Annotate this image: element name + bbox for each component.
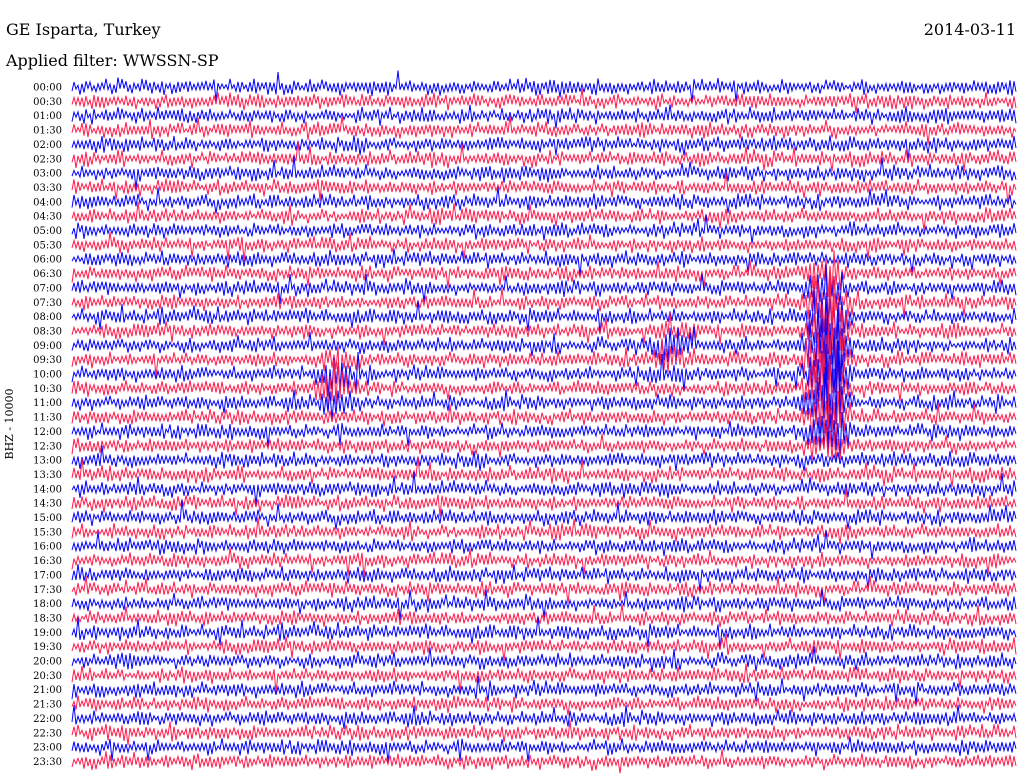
seismic-trace-row xyxy=(71,517,1017,545)
row-time-label: 02:00 xyxy=(33,140,62,151)
row-time-label: 16:00 xyxy=(33,542,62,553)
row-time-label: 10:00 xyxy=(33,370,62,381)
row-time-label: 08:00 xyxy=(33,312,62,323)
row-time-label: 11:00 xyxy=(33,398,62,409)
row-time-label: 07:00 xyxy=(33,283,62,294)
row-time-label: 00:00 xyxy=(33,83,62,94)
row-time-label: 19:00 xyxy=(33,628,62,639)
row-time-label: 08:30 xyxy=(33,326,62,337)
row-time-label: 17:30 xyxy=(33,585,62,596)
row-time-label: 03:30 xyxy=(33,183,62,194)
row-time-label: 22:30 xyxy=(33,728,62,739)
seismic-trace-row xyxy=(71,704,1017,729)
row-time-label: 09:30 xyxy=(33,355,62,366)
row-time-label: 20:30 xyxy=(33,671,62,682)
seismic-trace-row xyxy=(71,749,1017,774)
row-time-label: 06:00 xyxy=(33,255,62,266)
row-time-label: 15:00 xyxy=(33,513,62,524)
row-time-label: 10:30 xyxy=(33,384,62,395)
row-time-label: 05:30 xyxy=(33,240,62,251)
row-time-label: 03:00 xyxy=(33,169,62,180)
row-time-label: 12:00 xyxy=(33,427,62,438)
seismic-trace-row xyxy=(71,564,1017,592)
row-time-label: 21:00 xyxy=(33,685,62,696)
row-time-label: 06:30 xyxy=(33,269,62,280)
row-time-label: 01:30 xyxy=(33,126,62,137)
row-time-label: 01:00 xyxy=(33,111,62,122)
row-time-label: 05:00 xyxy=(33,226,62,237)
row-time-label: 20:00 xyxy=(33,657,62,668)
row-time-label: 23:00 xyxy=(33,743,62,754)
row-time-label: 13:30 xyxy=(33,470,62,481)
row-time-label: 14:00 xyxy=(33,484,62,495)
tick-label-group: 00:00 00:30 01:00 01:30 02:00 02:30 03:00 03:30… xyxy=(33,83,62,768)
row-time-label: 00:30 xyxy=(33,97,62,108)
row-time-label: 02:30 xyxy=(33,154,62,165)
row-time-label: 18:00 xyxy=(33,599,62,610)
row-time-label: 14:30 xyxy=(33,499,62,510)
row-time-label: 15:30 xyxy=(33,527,62,538)
seismic-trace-row xyxy=(71,646,1017,672)
row-time-label: 07:30 xyxy=(33,298,62,309)
row-time-label: 09:00 xyxy=(33,341,62,352)
row-time-label: 23:30 xyxy=(33,757,62,768)
seismic-trace-row xyxy=(71,88,1017,114)
seismic-trace-row xyxy=(71,695,1017,716)
row-time-label: 16:30 xyxy=(33,556,62,567)
row-time-label: 04:30 xyxy=(33,212,62,223)
row-time-label: 13:00 xyxy=(33,456,62,467)
row-time-label: 21:30 xyxy=(33,700,62,711)
row-time-label: 04:00 xyxy=(33,197,62,208)
row-time-label: 12:30 xyxy=(33,441,62,452)
row-time-label: 19:30 xyxy=(33,642,62,653)
row-time-label: 22:00 xyxy=(33,714,62,725)
row-time-label: 17:00 xyxy=(33,570,62,581)
row-time-label: 11:30 xyxy=(33,413,62,424)
row-time-label: 18:30 xyxy=(33,613,62,624)
trace-group xyxy=(71,70,1017,774)
helicorder-plot: 00:00 00:30 01:00 01:30 02:00 02:30 03:00 03:30… xyxy=(33,70,1017,774)
